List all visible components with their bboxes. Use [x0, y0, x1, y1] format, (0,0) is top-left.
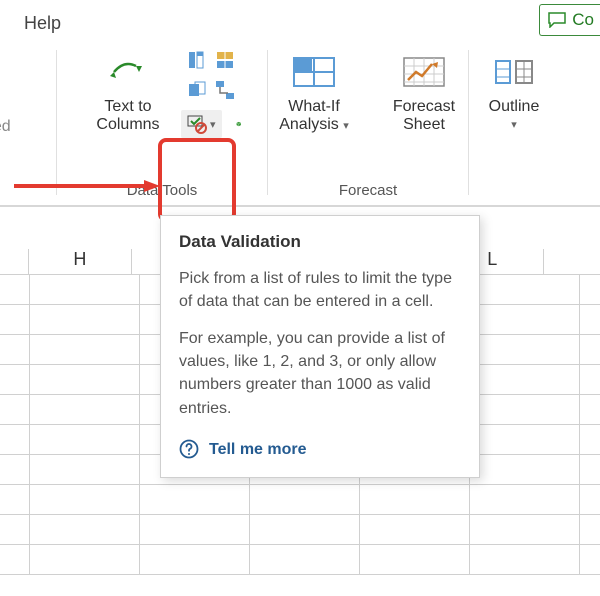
comments-button[interactable]: Co	[539, 4, 600, 36]
manage-data-model-icon[interactable]	[236, 114, 241, 134]
chevron-down-icon: ▾	[511, 118, 517, 131]
ribbon-fragment-left: ply nced	[0, 40, 56, 205]
tab-help[interactable]: Help	[16, 7, 69, 40]
what-if-icon	[292, 54, 336, 90]
text-to-columns-icon	[108, 52, 148, 92]
chevron-down-icon: ▾	[210, 118, 216, 131]
data-validation-icon	[187, 114, 207, 134]
forecast-sheet-label: Forecast Sheet	[393, 98, 455, 135]
ribbon-group-forecast: What-If Analysis ▾ Forecast Sheet Foreca…	[268, 40, 468, 205]
tell-me-more-label: Tell me more	[209, 438, 307, 461]
group-label-forecast: Forecast	[339, 182, 397, 203]
text-to-columns-button[interactable]: Text to Columns	[83, 46, 173, 137]
data-validation-button[interactable]: ▾	[181, 110, 222, 138]
tell-me-more-link[interactable]: Tell me more	[179, 438, 461, 461]
relationships-icon[interactable]	[215, 80, 235, 100]
comments-label: Co	[572, 10, 594, 30]
flash-fill-icon[interactable]	[187, 50, 207, 70]
comment-icon	[548, 12, 566, 28]
help-icon	[179, 439, 199, 459]
tooltip-data-validation: Data Validation Pick from a list of rule…	[160, 215, 480, 478]
forecast-sheet-button[interactable]: Forecast Sheet	[375, 46, 473, 137]
column-header-h[interactable]: H	[29, 249, 132, 275]
outline-icon	[492, 55, 536, 89]
text-to-columns-label: Text to Columns	[96, 98, 159, 135]
tooltip-paragraph: For example, you can provide a list of v…	[179, 327, 461, 420]
what-if-analysis-button[interactable]: What-If Analysis ▾	[263, 46, 365, 137]
group-label-data-tools: Data Tools	[127, 182, 198, 203]
outline-button[interactable]: Outline ▾	[468, 46, 560, 133]
ribbon-group-outline: Outline ▾	[469, 40, 559, 205]
forecast-sheet-icon	[402, 54, 446, 90]
column-header[interactable]	[544, 249, 600, 275]
consolidate-icon[interactable]	[215, 50, 235, 70]
tooltip-paragraph: Pick from a list of rules to limit the t…	[179, 267, 461, 313]
chevron-down-icon: ▾	[343, 120, 349, 132]
remove-duplicates-icon[interactable]	[187, 80, 207, 100]
ribbon-group-data-tools: Text to Columns	[57, 40, 267, 205]
tooltip-title: Data Validation	[179, 230, 461, 255]
